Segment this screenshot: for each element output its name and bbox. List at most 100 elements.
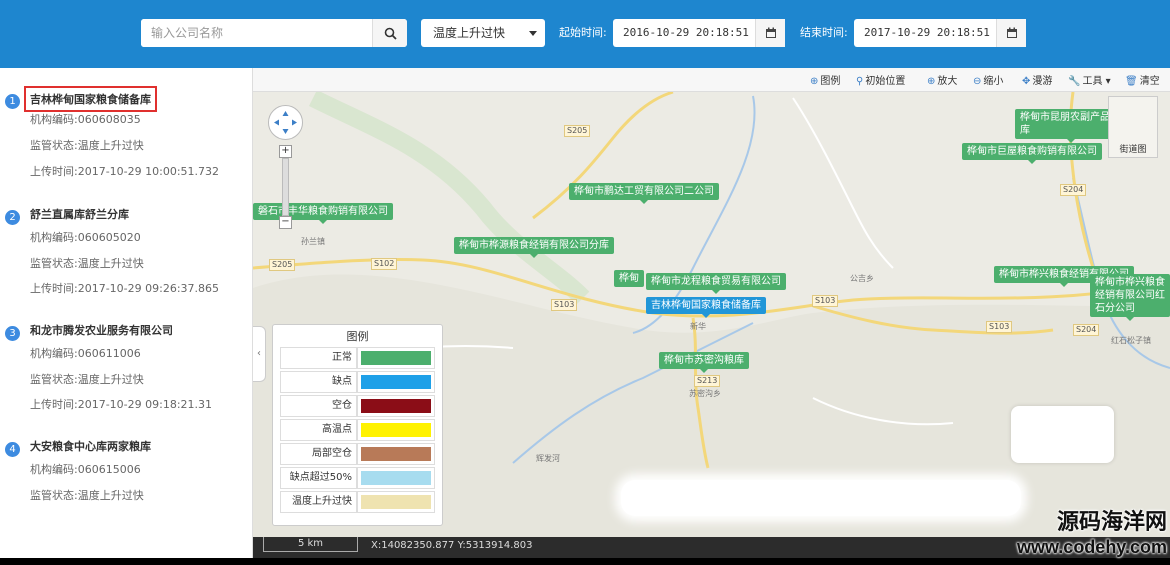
map-toolbar: ⊕ 图例 ⚲ 初始位置 ⊕ 放大 ⊖ 缩小 ✥ 漫游 🔧 工具 ▾ 🗑 清空 bbox=[253, 68, 1170, 92]
start-calendar-button[interactable] bbox=[755, 19, 785, 47]
alert-list-sidebar: 1 吉林桦甸国家粮食储备库 机构编码:060608035 监管状态:温度上升过快… bbox=[0, 68, 253, 565]
watermark-line1: 源码海洋网 bbox=[1056, 510, 1167, 535]
tools-menu-label: 工具 bbox=[1082, 76, 1103, 87]
item-name[interactable]: 舒兰直属库舒兰分库 bbox=[30, 206, 129, 222]
start-time-value: 2016-10-29 20:18:51 bbox=[623, 26, 749, 39]
road-tag: S103 bbox=[986, 321, 1013, 333]
globe-icon: ⊕ bbox=[810, 76, 819, 87]
status-filter-select[interactable]: 温度上升过快 bbox=[421, 19, 545, 47]
zoom-in-tool[interactable]: ⊕ 放大 bbox=[927, 72, 957, 87]
map-view[interactable]: ⊕ 图例 ⚲ 初始位置 ⊕ 放大 ⊖ 缩小 ✥ 漫游 🔧 工具 ▾ 🗑 清空 S205 S20… bbox=[253, 68, 1170, 537]
place-marker[interactable]: 桦甸市巨屋粮食购销有限公司 bbox=[962, 143, 1102, 164]
item-name[interactable]: 吉林桦甸国家粮食储备库 bbox=[24, 86, 157, 112]
legend-label: 正常 bbox=[280, 347, 357, 369]
wrench-icon: 🔧 bbox=[1068, 76, 1081, 87]
legend-row: 正常 bbox=[280, 347, 435, 369]
river-label: 辉发河 bbox=[536, 454, 560, 463]
search-icon bbox=[384, 27, 397, 40]
place-marker[interactable]: 桦甸市桦源粮食经销有限公司分库 bbox=[454, 237, 614, 258]
item-name[interactable]: 大安粮食中心库两家粮库 bbox=[30, 438, 151, 454]
search-button[interactable] bbox=[372, 19, 407, 47]
overview-map-label: 街道图 bbox=[1119, 145, 1147, 155]
end-calendar-button[interactable] bbox=[996, 19, 1026, 47]
zoom-track[interactable] bbox=[282, 158, 289, 216]
calendar-icon bbox=[765, 27, 776, 38]
direction-arrows-icon bbox=[274, 111, 297, 134]
road-tag: S204 bbox=[1060, 184, 1087, 196]
collapse-sidebar-toggle[interactable]: ‹ bbox=[253, 326, 266, 382]
place-marker[interactable]: 桦甸市苏密沟粮库 bbox=[659, 352, 749, 373]
legend-row: 缺点 bbox=[280, 371, 435, 393]
item-index-badge: 4 bbox=[5, 442, 20, 457]
legend-row: 高温点 bbox=[280, 419, 435, 441]
legend-cell bbox=[357, 491, 435, 513]
town-label: 红石松子镇 bbox=[1111, 336, 1151, 345]
item-index-badge: 3 bbox=[5, 326, 20, 341]
road-tag: S102 bbox=[371, 258, 398, 270]
item-status: 监管状态:温度上升过快 bbox=[30, 257, 144, 270]
legend-row: 局部空仓 bbox=[280, 443, 435, 465]
place-marker[interactable]: 磐石市丰华粮食购销有限公司 bbox=[253, 203, 393, 224]
pan-control[interactable] bbox=[268, 105, 303, 140]
item-name[interactable]: 和龙市腾发农业服务有限公司 bbox=[30, 322, 173, 338]
item-time: 上传时间:2017-10-29 09:18:21.31 bbox=[30, 398, 213, 411]
town-label: 苏密沟乡 bbox=[689, 389, 721, 398]
place-marker-selected[interactable]: 吉林桦甸国家粮食储备库 bbox=[646, 297, 766, 318]
end-time-field[interactable]: 2017-10-29 20:18:51 bbox=[854, 19, 1026, 47]
legend-label: 温度上升过快 bbox=[280, 491, 357, 513]
zoom-in-icon: ⊕ bbox=[927, 76, 936, 87]
legend-row: 空仓 bbox=[280, 395, 435, 417]
scale-bar: 5 km bbox=[263, 537, 358, 552]
home-tool-label: 初始位置 bbox=[865, 76, 906, 87]
move-icon: ✥ bbox=[1022, 76, 1031, 87]
trash-icon: 🗑 bbox=[1125, 76, 1138, 87]
status-filter-value: 温度上升过快 bbox=[433, 26, 506, 40]
item-index-badge: 1 bbox=[5, 94, 20, 109]
zoom-plus-button[interactable]: + bbox=[279, 145, 292, 158]
start-time-field[interactable]: 2016-10-29 20:18:51 bbox=[613, 19, 785, 47]
map-legend: 图例 正常 缺点 空仓 高温点 局部空仓 缺点超过50% 温度上升过快 bbox=[272, 324, 443, 526]
bottom-edge bbox=[0, 558, 1170, 565]
cursor-coordinates: X:14082350.877 Y:5313914.803 bbox=[371, 540, 533, 551]
legend-swatch bbox=[361, 447, 431, 461]
item-code: 机构编码:060608035 bbox=[30, 113, 141, 126]
legend-tool[interactable]: ⊕ 图例 bbox=[810, 72, 840, 87]
place-marker[interactable]: 桦甸市鹏达工贸有限公司二公司 bbox=[569, 183, 719, 204]
road-tag: S103 bbox=[551, 299, 578, 311]
legend-title: 图例 bbox=[346, 330, 369, 343]
place-marker[interactable]: 桦甸 bbox=[614, 270, 644, 287]
home-tool[interactable]: ⚲ 初始位置 bbox=[856, 72, 905, 87]
item-status: 监管状态:温度上升过快 bbox=[30, 373, 144, 386]
zoom-minus-button[interactable]: − bbox=[279, 216, 292, 229]
item-time: 上传时间:2017-10-29 10:00:51.732 bbox=[30, 165, 220, 178]
legend-tool-label: 图例 bbox=[820, 76, 841, 87]
legend-swatch bbox=[361, 375, 431, 389]
company-search-input[interactable] bbox=[141, 19, 372, 47]
tools-menu[interactable]: 🔧 工具 ▾ bbox=[1068, 72, 1111, 87]
end-time-label: 结束时间: bbox=[800, 26, 848, 39]
zoom-slider[interactable]: + − bbox=[279, 145, 292, 229]
legend-swatch bbox=[361, 399, 431, 413]
legend-label: 缺点超过50% bbox=[280, 467, 357, 489]
legend-cell bbox=[357, 395, 435, 417]
item-code: 机构编码:060615006 bbox=[30, 463, 141, 476]
legend-label: 缺点 bbox=[280, 371, 357, 393]
legend-cell bbox=[357, 371, 435, 393]
legend-row: 温度上升过快 bbox=[280, 491, 435, 513]
zoom-in-tool-label: 放大 bbox=[937, 76, 958, 87]
pan-tool[interactable]: ✥ 漫游 bbox=[1022, 72, 1052, 87]
place-marker[interactable]: 桦甸市桦兴粮食经销有限公司红石分公司 bbox=[1090, 274, 1170, 321]
legend-swatch bbox=[361, 471, 431, 485]
overview-map[interactable]: 街道图 bbox=[1108, 96, 1158, 158]
road-tag: S213 bbox=[694, 375, 721, 387]
legend-cell bbox=[357, 419, 435, 441]
clear-tool[interactable]: 🗑 清空 bbox=[1125, 72, 1160, 87]
zoom-out-tool[interactable]: ⊖ 缩小 bbox=[973, 72, 1003, 87]
place-marker[interactable]: 桦甸市龙程粮食贸易有限公司 bbox=[646, 273, 786, 294]
clear-tool-label: 清空 bbox=[1139, 76, 1160, 87]
zoom-out-icon: ⊖ bbox=[973, 76, 982, 87]
watermark-line2: www.codehy.com bbox=[1016, 537, 1167, 557]
road-tag: S205 bbox=[564, 125, 591, 137]
legend-label: 局部空仓 bbox=[280, 443, 357, 465]
road-tag: S205 bbox=[269, 259, 296, 271]
